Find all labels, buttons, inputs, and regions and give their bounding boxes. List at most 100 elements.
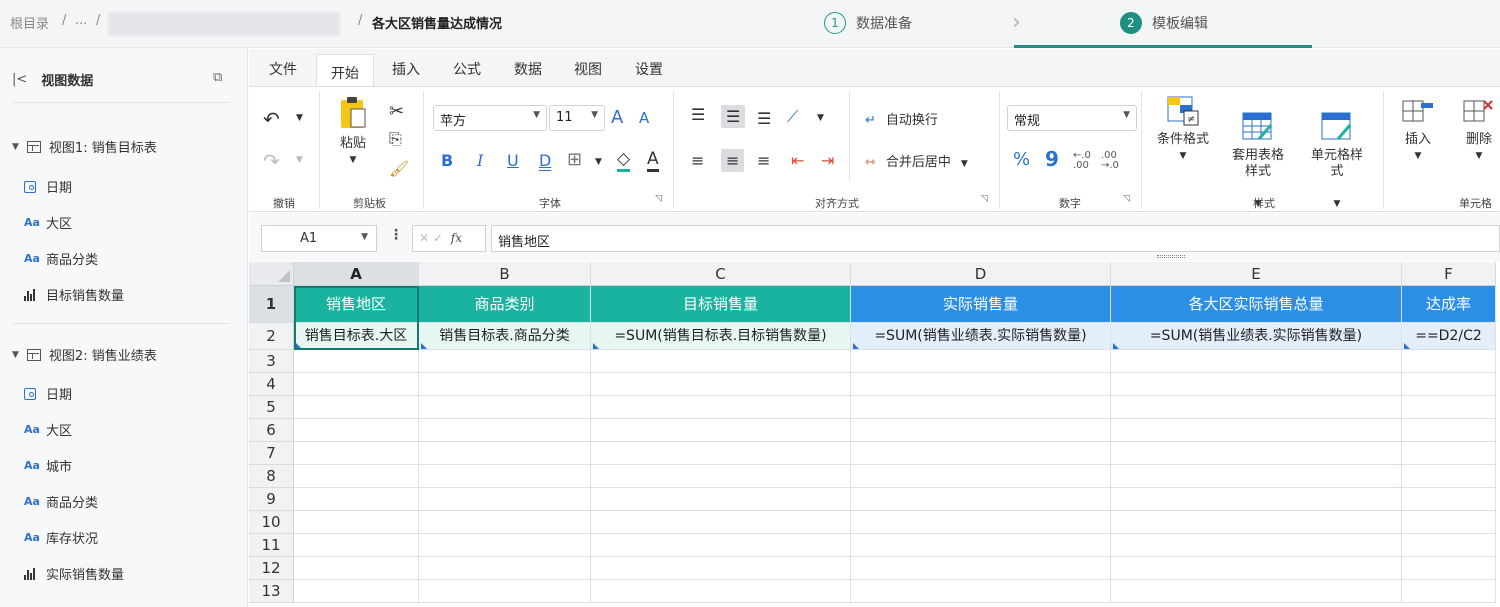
cell-style-button[interactable]: 单元格样 式 ▼ xyxy=(1305,95,1369,228)
empty-cell[interactable] xyxy=(851,511,1111,534)
more-options-icon[interactable]: ⋮ xyxy=(389,227,403,243)
field-date[interactable]: 日期 xyxy=(24,177,72,196)
empty-cell[interactable] xyxy=(1402,350,1496,373)
tab-settings[interactable]: 设置 xyxy=(635,59,663,79)
empty-cell[interactable] xyxy=(591,419,851,442)
row-header[interactable]: 7 xyxy=(249,442,294,465)
number-format-select[interactable]: 常规 ▼ xyxy=(1007,105,1137,131)
empty-cell[interactable] xyxy=(1402,465,1496,488)
column-header-c[interactable]: C xyxy=(591,262,851,286)
row-header[interactable]: 2 xyxy=(249,323,294,350)
insert-cells-button[interactable]: 插入 ▼ xyxy=(1397,95,1439,164)
empty-cell[interactable] xyxy=(851,488,1111,511)
row-header[interactable]: 11 xyxy=(249,534,294,557)
step-data-prep[interactable]: 1 数据准备 xyxy=(824,12,912,34)
empty-cell[interactable] xyxy=(851,580,1111,603)
empty-cell[interactable] xyxy=(591,350,851,373)
empty-cell[interactable] xyxy=(1111,465,1402,488)
empty-cell[interactable] xyxy=(419,580,591,603)
cancel-icon[interactable]: ✕ xyxy=(419,231,429,245)
view-group-1[interactable]: ▼ 视图1: 销售目标表 xyxy=(12,137,157,156)
cell-c1[interactable]: 目标销售量 xyxy=(591,286,851,323)
empty-cell[interactable] xyxy=(591,396,851,419)
increase-decimal-icon[interactable]: ←.0 .00 xyxy=(1073,151,1095,171)
empty-cell[interactable] xyxy=(294,419,419,442)
format-painter-icon[interactable]: 🖌 xyxy=(389,159,409,178)
cell-c2[interactable]: =SUM(销售目标表.目标销售数量) xyxy=(591,323,851,350)
field-category[interactable]: Aa 商品分类 xyxy=(24,492,98,511)
empty-cell[interactable] xyxy=(1402,396,1496,419)
cell-f2[interactable]: ==D2/C2 xyxy=(1402,323,1496,350)
font-color-icon[interactable]: A xyxy=(647,149,659,172)
orientation-dropdown-icon[interactable]: ▼ xyxy=(817,113,824,123)
empty-cell[interactable] xyxy=(851,534,1111,557)
empty-cell[interactable] xyxy=(294,442,419,465)
copy-format-icon[interactable]: ⎘ xyxy=(389,129,402,149)
empty-cell[interactable] xyxy=(419,557,591,580)
row-header[interactable]: 8 xyxy=(249,465,294,488)
field-region[interactable]: Aa 大区 xyxy=(24,420,72,439)
column-header-d[interactable]: D xyxy=(851,262,1111,286)
redo-dropdown-icon[interactable]: ▼ xyxy=(296,155,303,165)
empty-cell[interactable] xyxy=(1402,419,1496,442)
empty-cell[interactable] xyxy=(294,534,419,557)
field-date[interactable]: 日期 xyxy=(24,384,72,403)
empty-cell[interactable] xyxy=(294,465,419,488)
copy-icon[interactable]: ⧉ xyxy=(213,70,222,85)
empty-cell[interactable] xyxy=(1111,350,1402,373)
empty-cell[interactable] xyxy=(1402,534,1496,557)
row-header[interactable]: 10 xyxy=(249,511,294,534)
cell-f1[interactable]: 达成率 xyxy=(1402,286,1496,323)
row-header[interactable]: 13 xyxy=(249,580,294,603)
cell-a2[interactable]: 销售目标表.大区 xyxy=(294,323,419,350)
row-header[interactable]: 6 xyxy=(249,419,294,442)
wrap-text-button[interactable]: ↵ 自动换行 xyxy=(865,109,938,128)
field-target-qty[interactable]: 目标销售数量 xyxy=(24,285,124,304)
empty-cell[interactable] xyxy=(851,465,1111,488)
empty-cell[interactable] xyxy=(419,350,591,373)
empty-cell[interactable] xyxy=(1111,419,1402,442)
empty-cell[interactable] xyxy=(591,534,851,557)
field-region[interactable]: Aa 大区 xyxy=(24,213,72,232)
decrease-indent-icon[interactable]: ⇤ xyxy=(791,151,804,170)
delete-cells-button[interactable]: 删除 ▼ xyxy=(1459,95,1499,164)
empty-cell[interactable] xyxy=(419,442,591,465)
resize-handle[interactable] xyxy=(1157,255,1185,258)
row-header[interactable]: 3 xyxy=(249,350,294,373)
merge-center-button[interactable]: ⇿ 合并后居中 ▼ xyxy=(865,151,968,170)
fill-color-icon[interactable]: ◇ xyxy=(617,149,631,172)
confirm-icon[interactable]: ✓ xyxy=(433,231,443,245)
paste-button[interactable]: 粘贴 ▼ xyxy=(337,95,369,168)
empty-cell[interactable] xyxy=(1111,396,1402,419)
field-category[interactable]: Aa 商品分类 xyxy=(24,249,98,268)
collapse-sidebar-icon[interactable]: |< xyxy=(12,72,27,87)
tab-view[interactable]: 视图 xyxy=(574,59,602,79)
empty-cell[interactable] xyxy=(1111,511,1402,534)
tab-file[interactable]: 文件 xyxy=(269,59,297,79)
empty-cell[interactable] xyxy=(591,442,851,465)
conditional-format-button[interactable]: ≠ 条件格式 ▼ xyxy=(1153,95,1213,164)
empty-cell[interactable] xyxy=(419,511,591,534)
empty-cell[interactable] xyxy=(294,396,419,419)
double-underline-icon[interactable]: D xyxy=(539,151,551,170)
empty-cell[interactable] xyxy=(851,419,1111,442)
font-grow-icon[interactable]: A xyxy=(611,107,623,128)
empty-cell[interactable] xyxy=(1402,488,1496,511)
bold-icon[interactable]: B xyxy=(441,151,453,170)
empty-cell[interactable] xyxy=(1402,511,1496,534)
empty-cell[interactable] xyxy=(419,396,591,419)
empty-cell[interactable] xyxy=(851,557,1111,580)
border-icon[interactable]: ⊞ xyxy=(567,149,582,170)
row-header[interactable]: 9 xyxy=(249,488,294,511)
column-header-a[interactable]: A xyxy=(294,262,419,286)
empty-cell[interactable] xyxy=(1402,442,1496,465)
empty-cell[interactable] xyxy=(591,373,851,396)
decrease-decimal-icon[interactable]: .00 →.0 xyxy=(1101,151,1125,171)
name-box[interactable]: A1 ▼ xyxy=(261,225,377,252)
cell-d2[interactable]: =SUM(销售业绩表.实际销售数量) xyxy=(851,323,1111,350)
cell-a1[interactable]: 销售地区 xyxy=(294,286,419,323)
empty-cell[interactable] xyxy=(419,534,591,557)
font-dialog-launcher-icon[interactable]: ◹ xyxy=(655,194,662,204)
empty-cell[interactable] xyxy=(851,442,1111,465)
cell-e1[interactable]: 各大区实际销售总量 xyxy=(1111,286,1402,323)
